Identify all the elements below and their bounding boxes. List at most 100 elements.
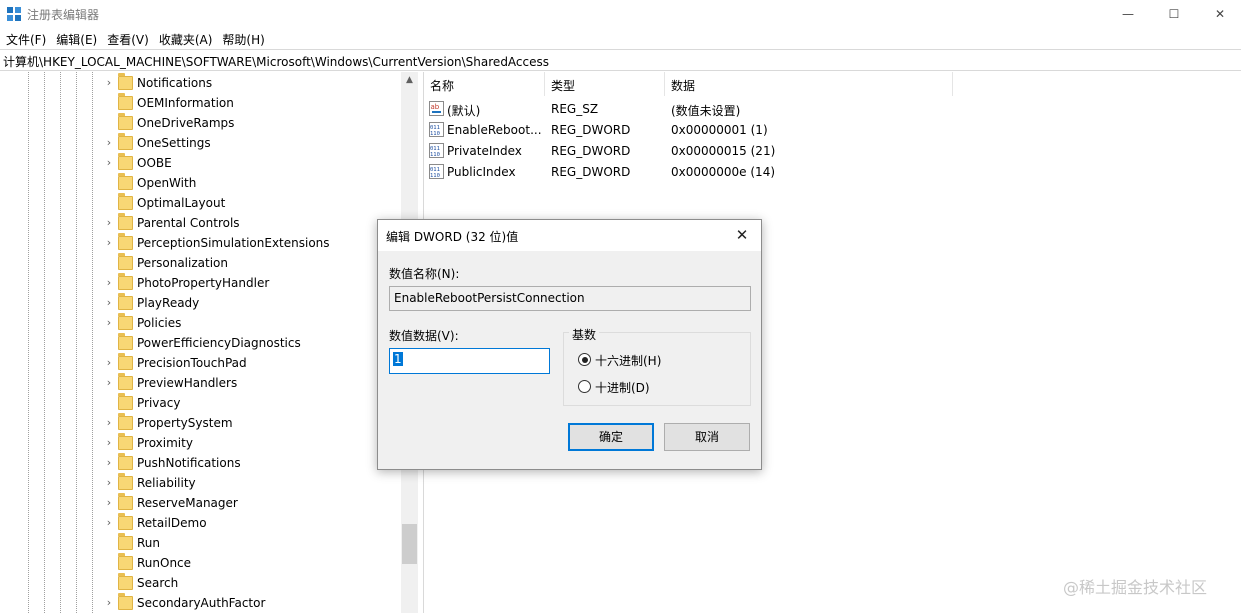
tree-item[interactable]: › SecondaryAuthFactor (102, 593, 401, 613)
binary-value-icon: 011110 (429, 143, 444, 158)
column-header-data[interactable]: 数据 (665, 72, 953, 96)
tree-item[interactable]: › OneSettings (102, 133, 401, 153)
tree-item-label: Reliability (137, 476, 196, 490)
chevron-right-icon[interactable]: › (102, 235, 116, 251)
tree-item[interactable]: › PhotoPropertyHandler (102, 273, 401, 293)
tree-item[interactable]: › Policies (102, 313, 401, 333)
value-name-field: EnableRebootPersistConnection (389, 286, 751, 311)
radio-checked-icon[interactable] (578, 353, 591, 366)
menu-file[interactable]: 文件(F) (1, 28, 51, 49)
list-item[interactable]: 011 110 PrivateIndex REG_DWORD 0x00000015 (2… (424, 140, 1241, 161)
maximize-button[interactable]: ☐ (1151, 0, 1197, 28)
folder-icon (118, 473, 133, 490)
chevron-right-icon[interactable]: › (102, 475, 116, 491)
list-cell-name: (默认) (447, 104, 481, 118)
tree-item[interactable]: › PlayReady (102, 293, 401, 313)
tree-item-label: PhotoPropertyHandler (137, 276, 270, 290)
tree-item[interactable]: › Notifications (102, 73, 401, 93)
radio-unchecked-icon[interactable] (578, 380, 591, 393)
tree-item[interactable]: › PushNotifications (102, 453, 401, 473)
chevron-right-icon[interactable]: › (102, 75, 116, 91)
tree-item[interactable]: OEMInformation (102, 93, 401, 113)
base-label: 基数 (569, 326, 600, 343)
column-header-name[interactable]: 名称 (424, 72, 545, 96)
menu-help[interactable]: 帮助(H) (217, 28, 269, 49)
menu-view[interactable]: 查看(V) (102, 28, 154, 49)
svg-text:110: 110 (430, 173, 440, 179)
list-cell-data: 0x00000015 (21) (671, 144, 776, 158)
folder-icon (118, 533, 133, 550)
list-item[interactable]: 011 110 EnableReboot... REG_DWORD 0x00000001… (424, 119, 1241, 140)
tree-item-label: PushNotifications (137, 456, 241, 470)
tree-item[interactable]: › Proximity (102, 433, 401, 453)
list-cell-type: REG_DWORD (551, 165, 631, 179)
chevron-right-icon[interactable]: › (102, 295, 116, 311)
ok-button[interactable]: 确定 (568, 423, 654, 451)
tree-item-label: PreviewHandlers (137, 376, 238, 390)
list-cell-name: PrivateIndex (447, 144, 522, 158)
chevron-right-icon[interactable]: › (102, 435, 116, 451)
folder-icon (118, 313, 133, 330)
list-cell-name: PublicIndex (447, 165, 516, 179)
chevron-right-icon[interactable]: › (102, 135, 116, 151)
string-value-icon: ab (429, 101, 444, 116)
tree-item[interactable]: Search (102, 573, 401, 593)
hex-radio-label[interactable]: 十六进制(H) (595, 352, 661, 369)
tree-item[interactable]: › PreviewHandlers (102, 373, 401, 393)
folder-icon (118, 293, 133, 310)
tree-item[interactable]: OptimalLayout (102, 193, 401, 213)
svg-text:110: 110 (430, 152, 440, 158)
tree-guide-line (60, 72, 61, 613)
tree-item[interactable]: › Parental Controls (102, 213, 401, 233)
tree-item[interactable]: RunOnce (102, 553, 401, 573)
value-data-input[interactable]: 1 (389, 348, 550, 374)
tree-item[interactable]: OneDriveRamps (102, 113, 401, 133)
tree-item[interactable]: PowerEfficiencyDiagnostics (102, 333, 401, 353)
chevron-right-icon[interactable]: › (102, 455, 116, 471)
column-header-type[interactable]: 类型 (545, 72, 665, 96)
tree-item[interactable]: › PrecisionTouchPad (102, 353, 401, 373)
chevron-right-icon[interactable]: › (102, 355, 116, 371)
chevron-right-icon[interactable]: › (102, 375, 116, 391)
dialog-title-bar: 编辑 DWORD (32 位)值 ✕ (378, 220, 761, 251)
chevron-right-icon[interactable]: › (102, 595, 116, 611)
tree-item[interactable]: OpenWith (102, 173, 401, 193)
cancel-button[interactable]: 取消 (664, 423, 750, 451)
chevron-right-icon[interactable]: › (102, 155, 116, 171)
tree-item[interactable]: Personalization (102, 253, 401, 273)
registry-tree: › Notifications OEMInformation OneDriveRamp… (0, 72, 401, 613)
chevron-right-icon[interactable]: › (102, 415, 116, 431)
tree-item-label: ReserveManager (137, 496, 238, 510)
chevron-right-icon[interactable]: › (102, 215, 116, 231)
scroll-thumb[interactable] (402, 524, 417, 564)
menu-edit[interactable]: 编辑(E) (51, 28, 102, 49)
tree-item[interactable]: › PerceptionSimulationExtensions (102, 233, 401, 253)
tree-item[interactable]: Privacy (102, 393, 401, 413)
scroll-up-arrow-icon[interactable]: ▲ (401, 72, 418, 89)
folder-icon (118, 93, 133, 110)
list-cell-data: (数值未设置) (671, 104, 741, 118)
dialog-close-button[interactable]: ✕ (728, 224, 756, 246)
tree-item[interactable]: › Reliability (102, 473, 401, 493)
folder-icon (118, 253, 133, 270)
dec-radio-label[interactable]: 十进制(D) (595, 379, 650, 396)
tree-item[interactable]: › ReserveManager (102, 493, 401, 513)
chevron-right-icon[interactable]: › (102, 515, 116, 531)
chevron-right-icon[interactable]: › (102, 275, 116, 291)
tree-item[interactable]: Run (102, 533, 401, 553)
close-button[interactable]: ✕ (1197, 0, 1241, 28)
list-item[interactable]: ab (默认) REG_SZ (数值未设置) (424, 98, 1241, 119)
list-item[interactable]: 011 110 PublicIndex REG_DWORD 0x0000000e (14… (424, 161, 1241, 182)
folder-icon (118, 213, 133, 230)
tree-item-label: OOBE (137, 156, 172, 170)
tree-item-label: SecondaryAuthFactor (137, 596, 266, 610)
chevron-right-icon[interactable]: › (102, 315, 116, 331)
chevron-right-icon[interactable]: › (102, 495, 116, 511)
tree-item[interactable]: › PropertySystem (102, 413, 401, 433)
menu-favorites[interactable]: 收藏夹(A) (154, 28, 218, 49)
folder-icon (118, 513, 133, 530)
minimize-button[interactable]: — (1105, 0, 1151, 28)
tree-item[interactable]: › OOBE (102, 153, 401, 173)
address-bar[interactable]: 计算机\HKEY_LOCAL_MACHINE\SOFTWARE\Microsof… (0, 49, 1241, 71)
tree-item[interactable]: › RetailDemo (102, 513, 401, 533)
